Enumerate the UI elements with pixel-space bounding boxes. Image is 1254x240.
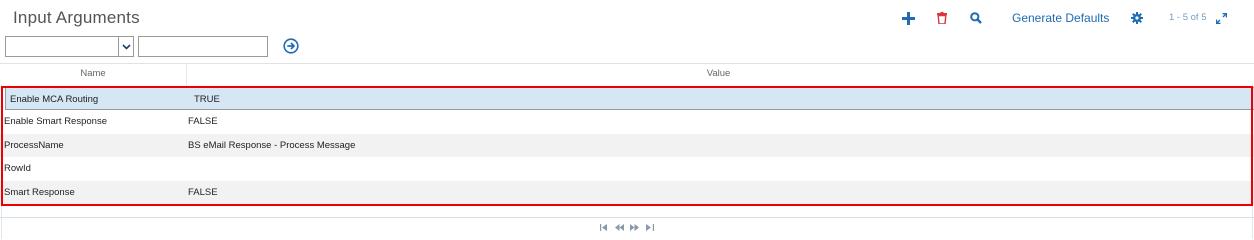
row-name: Smart Response xyxy=(4,186,75,198)
last-page-icon[interactable] xyxy=(646,224,654,233)
query-button[interactable] xyxy=(970,8,982,28)
row-value: BS eMail Response - Process Message xyxy=(188,139,356,151)
applet-header: Input Arguments Generate Defaults 1 - 5 … xyxy=(0,0,1254,36)
first-page-icon[interactable] xyxy=(600,224,608,233)
trash-icon xyxy=(937,12,947,24)
query-bar xyxy=(0,36,1254,60)
row-name: ProcessName xyxy=(4,139,64,151)
gear-icon xyxy=(1131,12,1143,24)
column-header-row: Name Value xyxy=(0,63,1254,85)
go-button[interactable] xyxy=(283,38,299,54)
table-row[interactable]: ProcessName BS eMail Response - Process … xyxy=(0,133,1254,158)
table-row[interactable]: Enable Smart Response FALSE xyxy=(0,110,1254,133)
maximize-button[interactable] xyxy=(1216,8,1227,28)
next-page-icon[interactable] xyxy=(630,224,639,233)
field-select[interactable] xyxy=(5,36,134,57)
delete-record-button[interactable] xyxy=(937,8,947,28)
new-record-button[interactable] xyxy=(902,8,915,28)
search-icon xyxy=(970,12,982,24)
previous-page-icon[interactable] xyxy=(615,224,624,233)
column-header-name[interactable]: Name xyxy=(0,68,186,79)
applet-title: Input Arguments xyxy=(13,8,140,27)
table-row[interactable]: Smart Response FALSE xyxy=(0,180,1254,204)
argument-list: Enable MCA Routing TRUE Enable Smart Res… xyxy=(0,87,1254,204)
pager-footer xyxy=(0,217,1254,240)
row-value: FALSE xyxy=(188,116,218,128)
chevron-down-icon[interactable] xyxy=(118,37,133,56)
row-value: FALSE xyxy=(188,186,218,198)
record-count: 1 - 5 of 5 xyxy=(1169,12,1207,23)
table-row[interactable]: RowId xyxy=(0,157,1254,180)
row-name: RowId xyxy=(4,163,31,175)
table-row[interactable]: Enable MCA Routing TRUE xyxy=(5,87,1254,111)
settings-button[interactable] xyxy=(1131,8,1143,28)
row-name: Enable Smart Response xyxy=(4,116,107,128)
row-name: Enable MCA Routing xyxy=(10,94,99,105)
arrow-right-circle-icon xyxy=(283,38,299,58)
row-value: TRUE xyxy=(194,94,220,105)
expand-icon xyxy=(1216,12,1227,24)
column-header-value[interactable]: Value xyxy=(187,68,1250,79)
query-input[interactable] xyxy=(138,36,268,57)
generate-defaults-button[interactable]: Generate Defaults xyxy=(1012,11,1109,25)
plus-icon xyxy=(902,11,915,25)
